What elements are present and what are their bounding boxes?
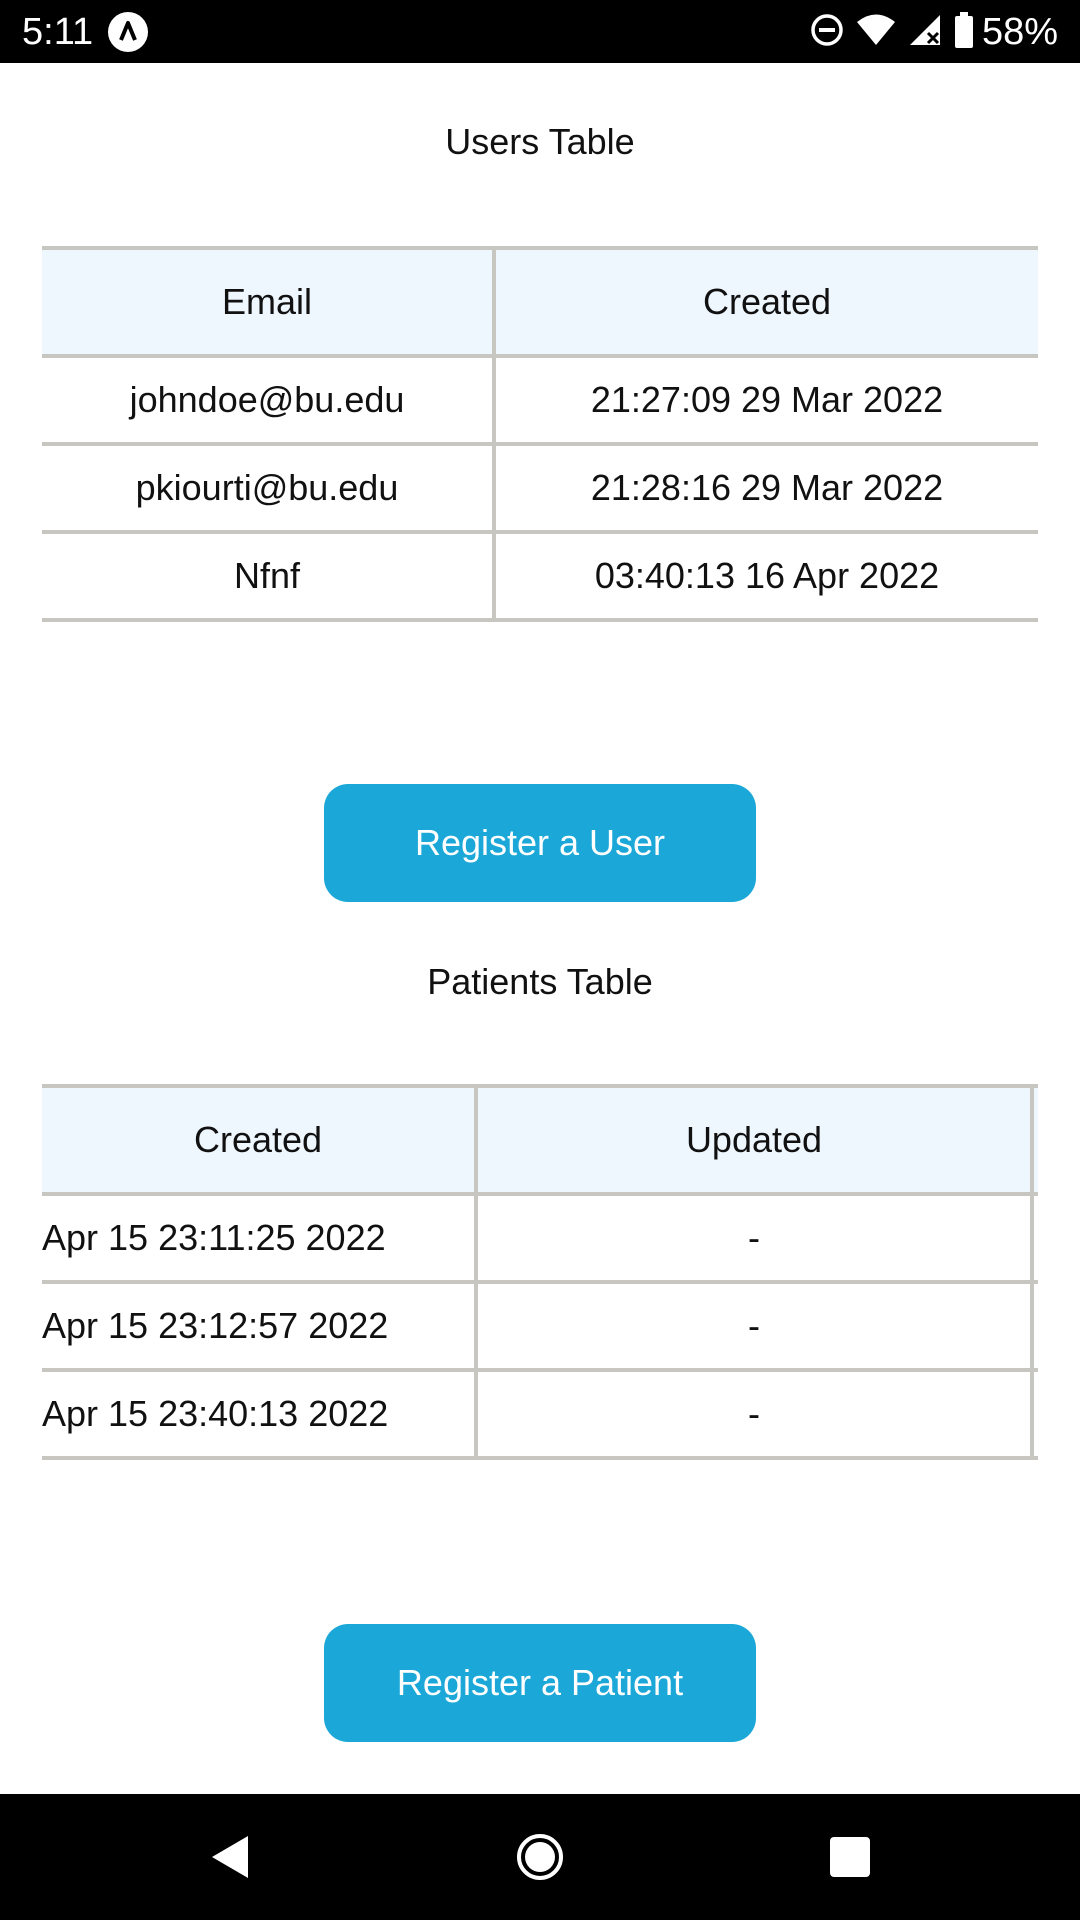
table-row: pkiourti@bu.edu 21:28:16 29 Mar 2022 [42,446,1038,534]
patient-created-cell: Apr 15 23:12:57 2022 [42,1305,389,1346]
navigation-bar [0,1794,1080,1920]
status-time: 5:11 [22,11,94,53]
status-icons: 58% [798,8,1058,56]
app-notification-icon [108,12,148,52]
recents-icon[interactable] [810,1794,890,1920]
patient-created-cell: Apr 15 23:11:25 2022 [42,1217,386,1258]
user-email-cell: johndoe@bu.edu [129,379,405,420]
patients-table-title: Patients Table [427,961,653,1002]
users-header-email: Email [221,281,313,322]
cell-signal-icon [908,13,942,52]
patients-header-updated: Updated [474,1088,1034,1192]
patient-updated-cell: - [474,1372,1034,1456]
patients-table: Created Updated Apr 15 23:11:25 2022 - A… [42,1084,1038,1460]
users-table: Email Created johndoe@bu.edu 21:27:09 29… [42,246,1038,622]
home-icon[interactable] [500,1794,580,1920]
wifi-icon [856,13,896,52]
users-header-created: Created [492,250,1038,354]
table-row: Apr 15 23:40:13 2022 - [42,1372,1038,1460]
table-row: Apr 15 23:12:57 2022 - [42,1284,1038,1372]
patient-created-cell: Apr 15 23:40:13 2022 [42,1393,389,1434]
register-user-button[interactable]: Register a User [324,784,756,902]
patient-updated-cell: - [474,1284,1034,1368]
user-created-cell: 21:28:16 29 Mar 2022 [492,446,1038,530]
back-icon[interactable] [190,1794,270,1920]
patients-table-header: Created Updated [42,1088,1038,1196]
battery-icon [954,11,974,53]
register-patient-button[interactable]: Register a Patient [324,1624,756,1742]
status-bar: 5:11 58% [0,0,1080,63]
patient-updated-cell: - [474,1196,1034,1280]
do-not-disturb-icon [810,13,844,52]
users-table-header: Email Created [42,250,1038,358]
battery-percent: 58% [981,11,1058,53]
table-row: Apr 15 23:11:25 2022 - [42,1196,1038,1284]
user-created-cell: 03:40:13 16 Apr 2022 [492,534,1038,618]
patients-header-created: Created [193,1119,323,1160]
users-table-title: Users Table [445,121,635,162]
table-row: johndoe@bu.edu 21:27:09 29 Mar 2022 [42,358,1038,446]
table-row: Nfnf 03:40:13 16 Apr 2022 [42,534,1038,622]
user-email-cell: Nfnf [233,555,301,596]
user-email-cell: pkiourti@bu.edu [135,467,399,508]
user-created-cell: 21:27:09 29 Mar 2022 [492,358,1038,442]
